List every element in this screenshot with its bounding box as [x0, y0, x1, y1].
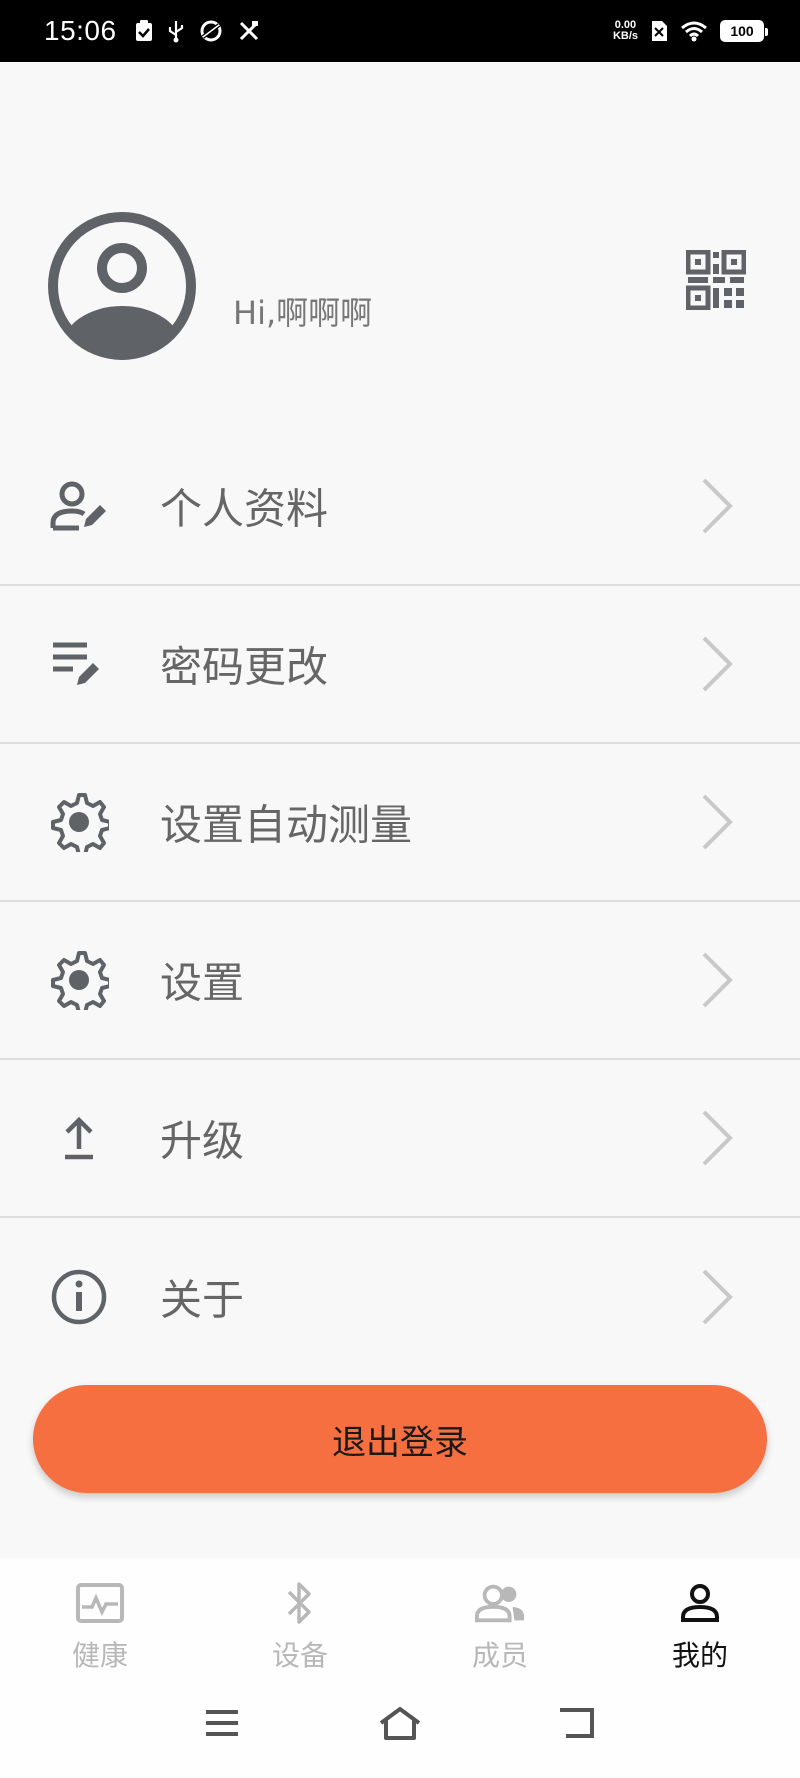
- status-notification-icons: [135, 19, 261, 43]
- tools-icon: [239, 21, 258, 41]
- menu-icon: [206, 1710, 238, 1736]
- menu-item-label: 设置自动测量: [160, 800, 413, 850]
- bottom-nav: 健康 设备 成员 我的: [0, 1558, 800, 1678]
- home-icon: [379, 1707, 421, 1740]
- members-icon: [474, 1584, 525, 1623]
- nav-tab-mine[interactable]: 我的: [600, 1558, 800, 1678]
- info-icon: [51, 1269, 107, 1325]
- wifi-icon: [681, 21, 707, 42]
- menu-item-about[interactable]: 关于: [0, 1218, 800, 1376]
- upload-icon: [65, 1116, 93, 1160]
- status-system-icons: 0.00 KB/s 100: [613, 20, 768, 42]
- health-monitor-icon: [76, 1583, 124, 1623]
- chevron-right-icon: [702, 1269, 733, 1325]
- avatar-icon[interactable]: [46, 210, 198, 362]
- chevron-right-icon: [702, 794, 733, 850]
- nav-tab-label: 健康: [71, 1639, 128, 1672]
- status-bar: 15:06 0.00 KB/s 100: [0, 0, 800, 62]
- menu-item-label: 升级: [160, 1116, 245, 1166]
- greeting-text: Hi,啊啊啊: [233, 294, 373, 332]
- logout-button[interactable]: 退出登录: [33, 1385, 767, 1493]
- sync-app-icon: [200, 20, 222, 42]
- nav-tab-health[interactable]: 健康: [0, 1558, 200, 1678]
- settings-menu: 个人资料 密码更改 设置自动测量 设置 升级 关于: [0, 428, 800, 1376]
- screen: 15:06 0.00 KB/s 100 Hi,啊啊啊 个人资料 密码更改 设置自…: [0, 0, 800, 1778]
- menu-item-upgrade[interactable]: 升级: [0, 1060, 800, 1218]
- net-speed-unit: KB/s: [612, 30, 638, 42]
- battery-indicator: 100: [720, 20, 768, 42]
- nav-tab-label: 设备: [271, 1639, 328, 1672]
- gear-icon: [51, 793, 109, 852]
- profile-header: Hi,啊啊啊: [0, 62, 800, 432]
- menu-item-auto-measure[interactable]: 设置自动测量: [0, 744, 800, 902]
- clipboard-check-icon: [135, 20, 152, 41]
- nav-tab-label: 我的: [671, 1639, 728, 1672]
- nav-tab-label: 成员: [471, 1639, 528, 1672]
- user-edit-icon: [50, 481, 106, 531]
- chevron-right-icon: [702, 1110, 733, 1166]
- gear-icon: [51, 951, 109, 1010]
- qr-code-icon[interactable]: [686, 250, 746, 310]
- menu-item-label: 设置: [160, 958, 245, 1008]
- bluetooth-icon: [287, 1582, 311, 1624]
- chevron-right-icon: [702, 478, 733, 534]
- list-edit-icon: [53, 642, 99, 685]
- network-speed: 0.00 KB/s: [613, 20, 638, 42]
- no-sim-icon: [652, 21, 667, 41]
- nav-tab-members[interactable]: 成员: [400, 1558, 600, 1678]
- recents-button[interactable]: [192, 1698, 252, 1748]
- usb-icon: [168, 21, 183, 43]
- person-icon: [681, 1584, 719, 1622]
- menu-item-label: 个人资料: [160, 484, 329, 534]
- chevron-right-icon: [702, 952, 733, 1008]
- menu-item-label: 关于: [160, 1275, 245, 1325]
- menu-item-settings[interactable]: 设置: [0, 902, 800, 1060]
- menu-item-profile[interactable]: 个人资料: [0, 428, 800, 586]
- chevron-right-icon: [702, 636, 733, 692]
- back-icon: [560, 1708, 594, 1738]
- system-nav-bar: [0, 1678, 800, 1778]
- nav-tab-devices[interactable]: 设备: [200, 1558, 400, 1678]
- back-button[interactable]: [548, 1698, 608, 1748]
- menu-item-change-password[interactable]: 密码更改: [0, 586, 800, 744]
- status-time: 15:06: [44, 15, 117, 46]
- menu-item-label: 密码更改: [160, 642, 329, 692]
- home-button[interactable]: [370, 1698, 430, 1748]
